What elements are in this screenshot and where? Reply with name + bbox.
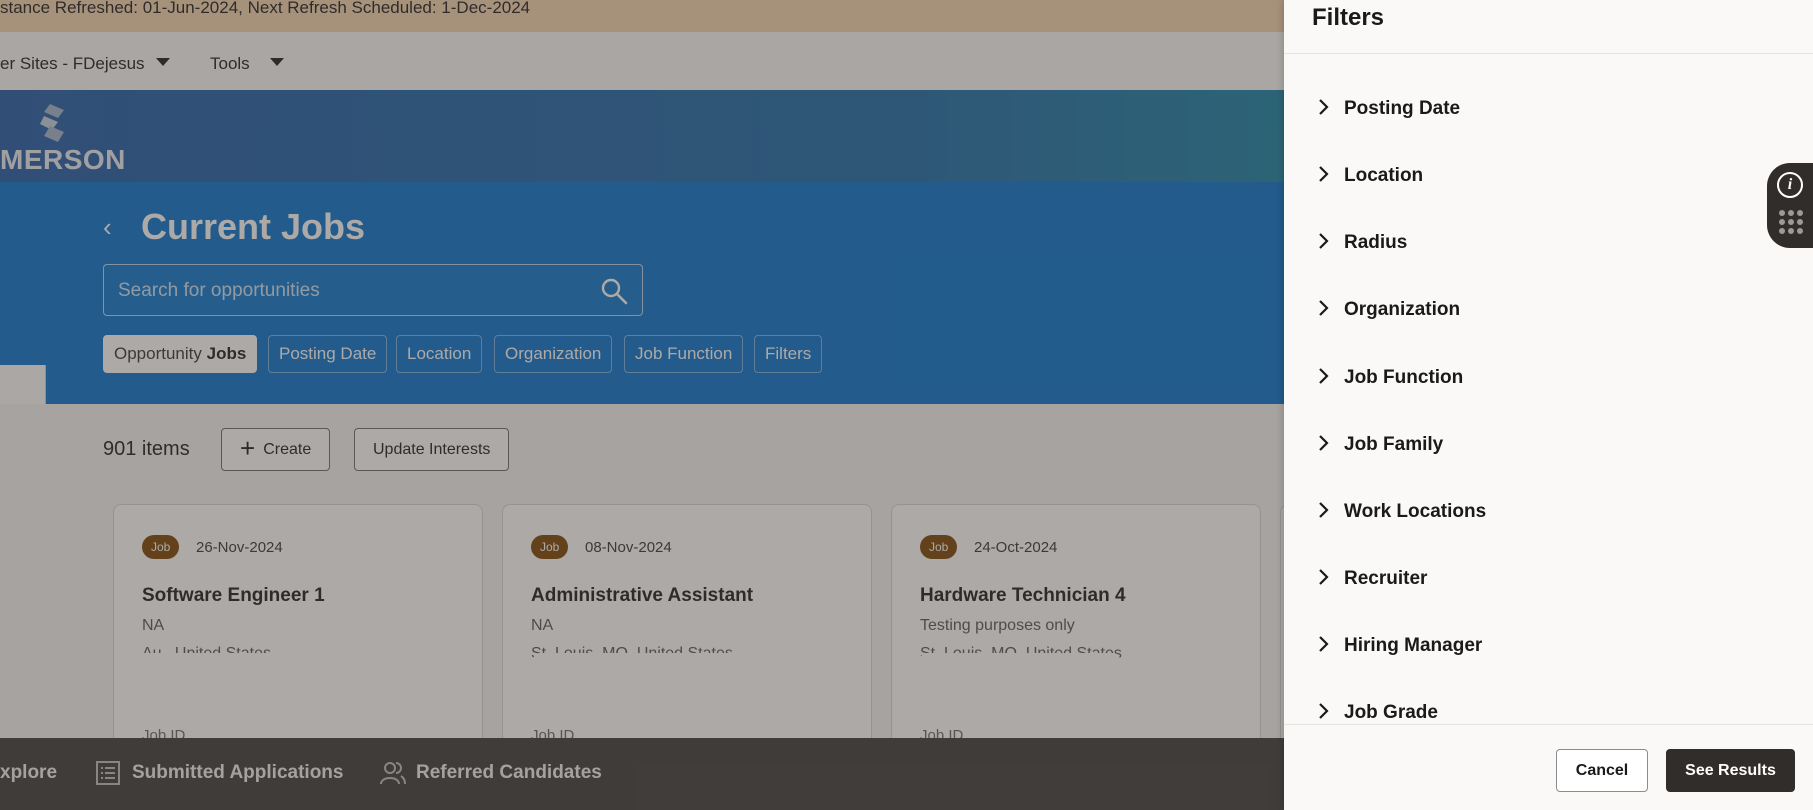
filter-label: Organization xyxy=(1344,299,1461,320)
chevron-right-icon xyxy=(1319,703,1329,719)
filter-label: Hiring Manager xyxy=(1344,635,1483,656)
chevron-right-icon xyxy=(1319,99,1329,115)
grid-icon[interactable] xyxy=(1778,209,1804,235)
cancel-button[interactable]: Cancel xyxy=(1556,749,1648,792)
filters-panel: Filters Posting Date Location Radius Org… xyxy=(1284,0,1813,810)
divider xyxy=(1284,53,1813,54)
filter-label: Job Function xyxy=(1344,367,1464,388)
filter-posting-date[interactable]: Posting Date xyxy=(1316,88,1736,128)
filter-label: Posting Date xyxy=(1344,98,1461,119)
filter-hiring-manager[interactable]: Hiring Manager xyxy=(1316,625,1736,665)
chevron-right-icon xyxy=(1319,166,1329,182)
filter-recruiter[interactable]: Recruiter xyxy=(1316,558,1736,598)
see-results-button[interactable]: See Results xyxy=(1666,749,1795,792)
filter-work-locations[interactable]: Work Locations xyxy=(1316,491,1736,531)
filter-job-function[interactable]: Job Function xyxy=(1316,357,1736,397)
filters-title: Filters xyxy=(1312,4,1385,31)
chevron-right-icon xyxy=(1319,502,1329,518)
chevron-right-icon xyxy=(1319,233,1329,249)
filter-label: Radius xyxy=(1344,232,1408,253)
filter-label: Work Locations xyxy=(1344,501,1487,522)
filter-location[interactable]: Location xyxy=(1316,155,1736,195)
filter-label: Job Grade xyxy=(1344,702,1438,723)
filter-radius[interactable]: Radius xyxy=(1316,222,1736,262)
filters-footer: Cancel See Results xyxy=(1284,724,1813,810)
chevron-right-icon xyxy=(1319,636,1329,652)
filter-label: Job Family xyxy=(1344,434,1444,455)
chevron-right-icon xyxy=(1319,368,1329,384)
filter-label: Location xyxy=(1344,165,1424,186)
filter-job-family[interactable]: Job Family xyxy=(1316,424,1736,464)
filter-organization[interactable]: Organization xyxy=(1316,289,1736,329)
chevron-right-icon xyxy=(1319,569,1329,585)
chevron-right-icon xyxy=(1319,435,1329,451)
help-widget[interactable]: i xyxy=(1767,163,1813,248)
info-icon[interactable]: i xyxy=(1777,172,1803,198)
modal-overlay[interactable] xyxy=(0,0,1284,810)
filter-label: Recruiter xyxy=(1344,568,1428,589)
chevron-right-icon xyxy=(1319,300,1329,316)
